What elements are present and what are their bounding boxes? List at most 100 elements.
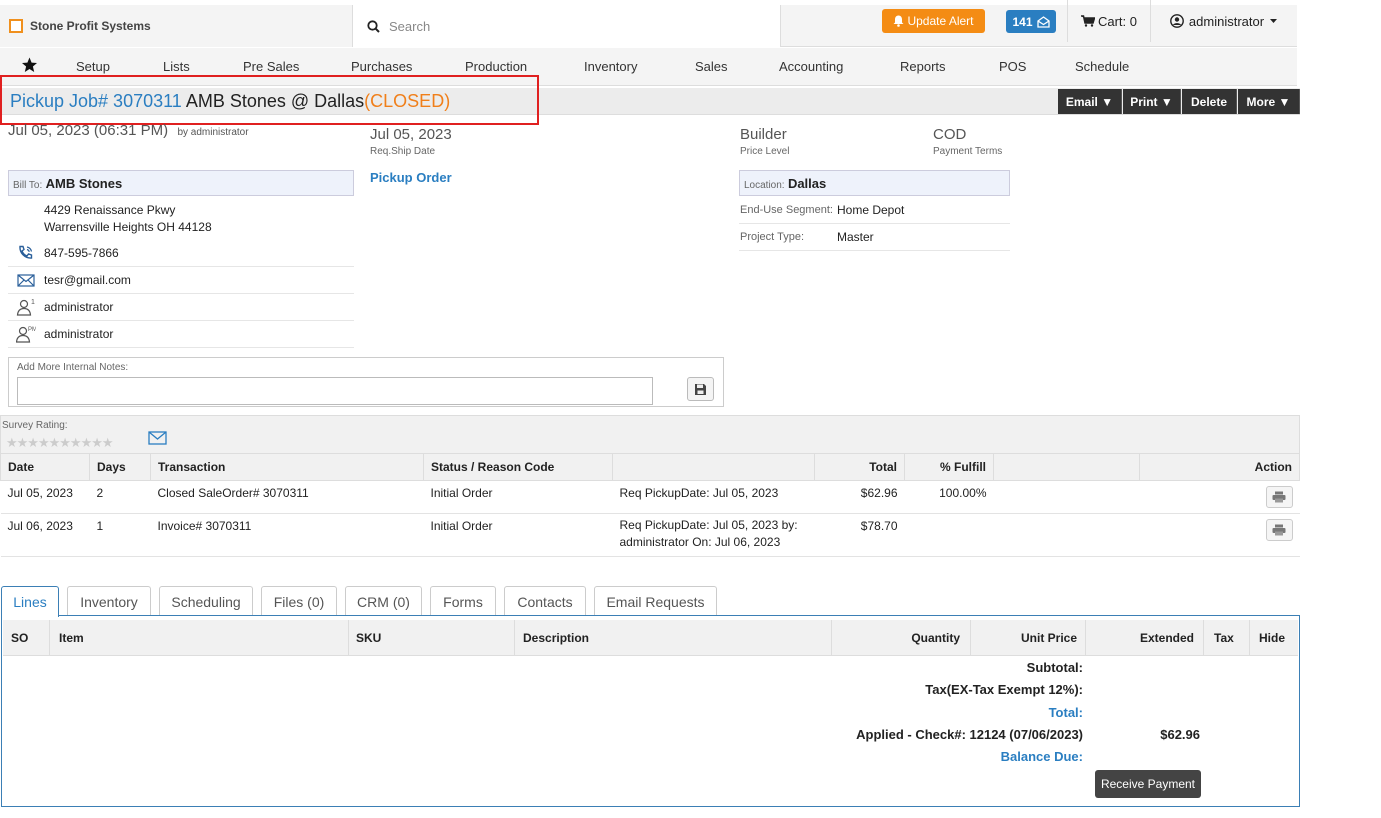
notes-label: Add More Internal Notes: [17, 362, 129, 373]
contact-phone[interactable]: 847-595-7866 [44, 246, 119, 260]
page-title: Pickup Job# 3070311 AMB Stones @ Dallas(… [10, 91, 450, 112]
nav-inventory[interactable]: Inventory [584, 59, 637, 74]
tx-date: Jul 06, 2023 [0, 513, 90, 557]
project-type-label: Project Type: [740, 231, 804, 243]
location-label: Location: [744, 180, 785, 191]
delete-button[interactable]: Delete [1182, 89, 1237, 114]
segment-label: End-Use Segment: [740, 204, 833, 216]
col-date: Date [0, 453, 90, 481]
user-circle-icon [1170, 14, 1184, 28]
tab-crm[interactable]: CRM (0) [345, 586, 422, 616]
tx-blank [993, 480, 1140, 514]
tax-label-text: Tax(EX-Tax Exempt 12%): [925, 682, 1083, 697]
envelope-icon [8, 273, 44, 287]
cart-button[interactable]: Cart: 0 [1067, 0, 1151, 42]
tab-scheduling[interactable]: Scheduling [159, 586, 253, 616]
print-row-button[interactable] [1265, 486, 1293, 508]
user-menu[interactable]: administrator [1151, 0, 1297, 42]
contact-email[interactable]: tesr@gmail.com [44, 273, 131, 287]
segment-value: Home Depot [837, 203, 905, 217]
subtotal-label: Subtotal: [1026, 660, 1083, 675]
job-number[interactable]: Pickup Job# 3070311 [10, 91, 182, 111]
lines-header-row: SO Item SKU Description Quantity Unit Pr… [3, 620, 1298, 656]
update-alert-label: Update Alert [907, 14, 974, 28]
favorites-star-icon[interactable] [21, 57, 38, 73]
svg-text:1: 1 [31, 299, 35, 306]
nav-reports[interactable]: Reports [900, 59, 946, 74]
nav-lists[interactable]: Lists [163, 59, 190, 74]
user-name: administrator [1188, 13, 1265, 29]
nav-production[interactable]: Production [465, 59, 527, 74]
payment-terms-label: Payment Terms [933, 146, 1003, 157]
survey-stars-icon[interactable]: ★★★★★★★★★★ [6, 435, 114, 451]
cart-icon [1080, 15, 1095, 27]
tab-forms[interactable]: Forms [430, 586, 496, 616]
project-manager-name: administrator [44, 327, 114, 341]
balance-due-label: Balance Due: [1000, 749, 1083, 764]
nav-purchases[interactable]: Purchases [351, 59, 412, 74]
tx-total: $62.96 [814, 480, 905, 514]
search-input[interactable] [389, 16, 769, 36]
bill-to-label: Bill To: [13, 180, 43, 191]
nav-schedule[interactable]: Schedule [1075, 59, 1129, 74]
contact-phone-row: 847-595-7866 [8, 240, 354, 267]
tab-contacts[interactable]: Contacts [504, 586, 586, 616]
table-row: Jul 05, 2023 2 Closed SaleOrder# 3070311… [0, 480, 1300, 514]
more-button[interactable]: More ▼ [1238, 89, 1300, 114]
internal-notes-box: Add More Internal Notes: [8, 357, 724, 407]
brand[interactable]: Stone Profit Systems [0, 5, 353, 47]
transactions-table: Date Days Transaction Status / Reason Co… [0, 453, 1300, 557]
print-button[interactable]: Print ▼ [1123, 89, 1181, 114]
tab-lines[interactable]: Lines [1, 586, 59, 617]
col-note [612, 453, 815, 481]
col-status: Status / Reason Code [423, 453, 613, 481]
status-badge: (CLOSED) [364, 91, 451, 111]
tx-transaction[interactable]: Closed SaleOrder# 3070311 [150, 480, 424, 514]
survey-rating-bar: Survey Rating: ★★★★★★★★★★ [0, 415, 1300, 453]
order-type-link[interactable]: Pickup Order [370, 170, 452, 185]
location-box[interactable]: Location: Dallas [739, 170, 1010, 196]
col-transaction: Transaction [150, 453, 424, 481]
nav-setup[interactable]: Setup [76, 59, 110, 74]
user-pm-icon: PM [8, 325, 44, 343]
survey-email-icon[interactable] [148, 431, 167, 445]
col-quantity: Quantity [911, 631, 960, 645]
notes-textarea[interactable] [17, 377, 653, 405]
col-action: Action [1139, 453, 1300, 481]
email-button[interactable]: Email ▼ [1058, 89, 1122, 114]
tx-blank [993, 513, 1140, 557]
bill-to-address: 4429 Renaissance Pkwy Warrensville Heigh… [44, 202, 212, 236]
svg-text:PM: PM [28, 327, 36, 333]
col-description: Description [523, 631, 590, 645]
print-row-button[interactable] [1265, 519, 1293, 541]
tab-email-requests[interactable]: Email Requests [594, 586, 717, 616]
applied-payment-label: Applied - Check#: 12124 (07/06/2023) [856, 727, 1083, 742]
nav-pos[interactable]: POS [999, 59, 1026, 74]
bill-to-name: AMB Stones [45, 176, 123, 191]
receive-payment-button[interactable]: Receive Payment [1095, 770, 1201, 798]
save-notes-button[interactable] [687, 377, 714, 401]
tab-inventory[interactable]: Inventory [67, 586, 151, 616]
messages-button[interactable]: 141 [1006, 10, 1056, 33]
applied-payment-amount: $62.96 [1160, 727, 1200, 742]
tx-transaction[interactable]: Invoice# 3070311 [150, 513, 424, 557]
nav-sales[interactable]: Sales [695, 59, 728, 74]
tx-action [1139, 480, 1300, 514]
bill-to-box[interactable]: Bill To: AMB Stones [8, 170, 354, 196]
created-datetime: Jul 05, 2023 (06:31 PM) [8, 122, 169, 139]
update-alert-button[interactable]: Update Alert [882, 9, 985, 33]
caret-down-icon [1269, 18, 1278, 24]
message-count: 141 [1012, 14, 1033, 29]
nav-pre-sales[interactable]: Pre Sales [243, 59, 299, 74]
tab-files[interactable]: Files (0) [261, 586, 337, 616]
printer-icon [1272, 524, 1286, 536]
tx-fulfill [904, 513, 994, 557]
envelope-open-icon [1036, 15, 1050, 28]
col-tax: Tax [1214, 631, 1234, 645]
col-extended: Extended [1139, 631, 1194, 645]
tx-fulfill: 100.00% [904, 480, 994, 514]
nav-accounting[interactable]: Accounting [779, 59, 843, 74]
tx-note: Req PickupDate: Jul 05, 2023 by: adminis… [612, 513, 815, 557]
brand-name: Stone Profit Systems [30, 19, 151, 33]
transactions-header-row: Date Days Transaction Status / Reason Co… [0, 453, 1300, 481]
